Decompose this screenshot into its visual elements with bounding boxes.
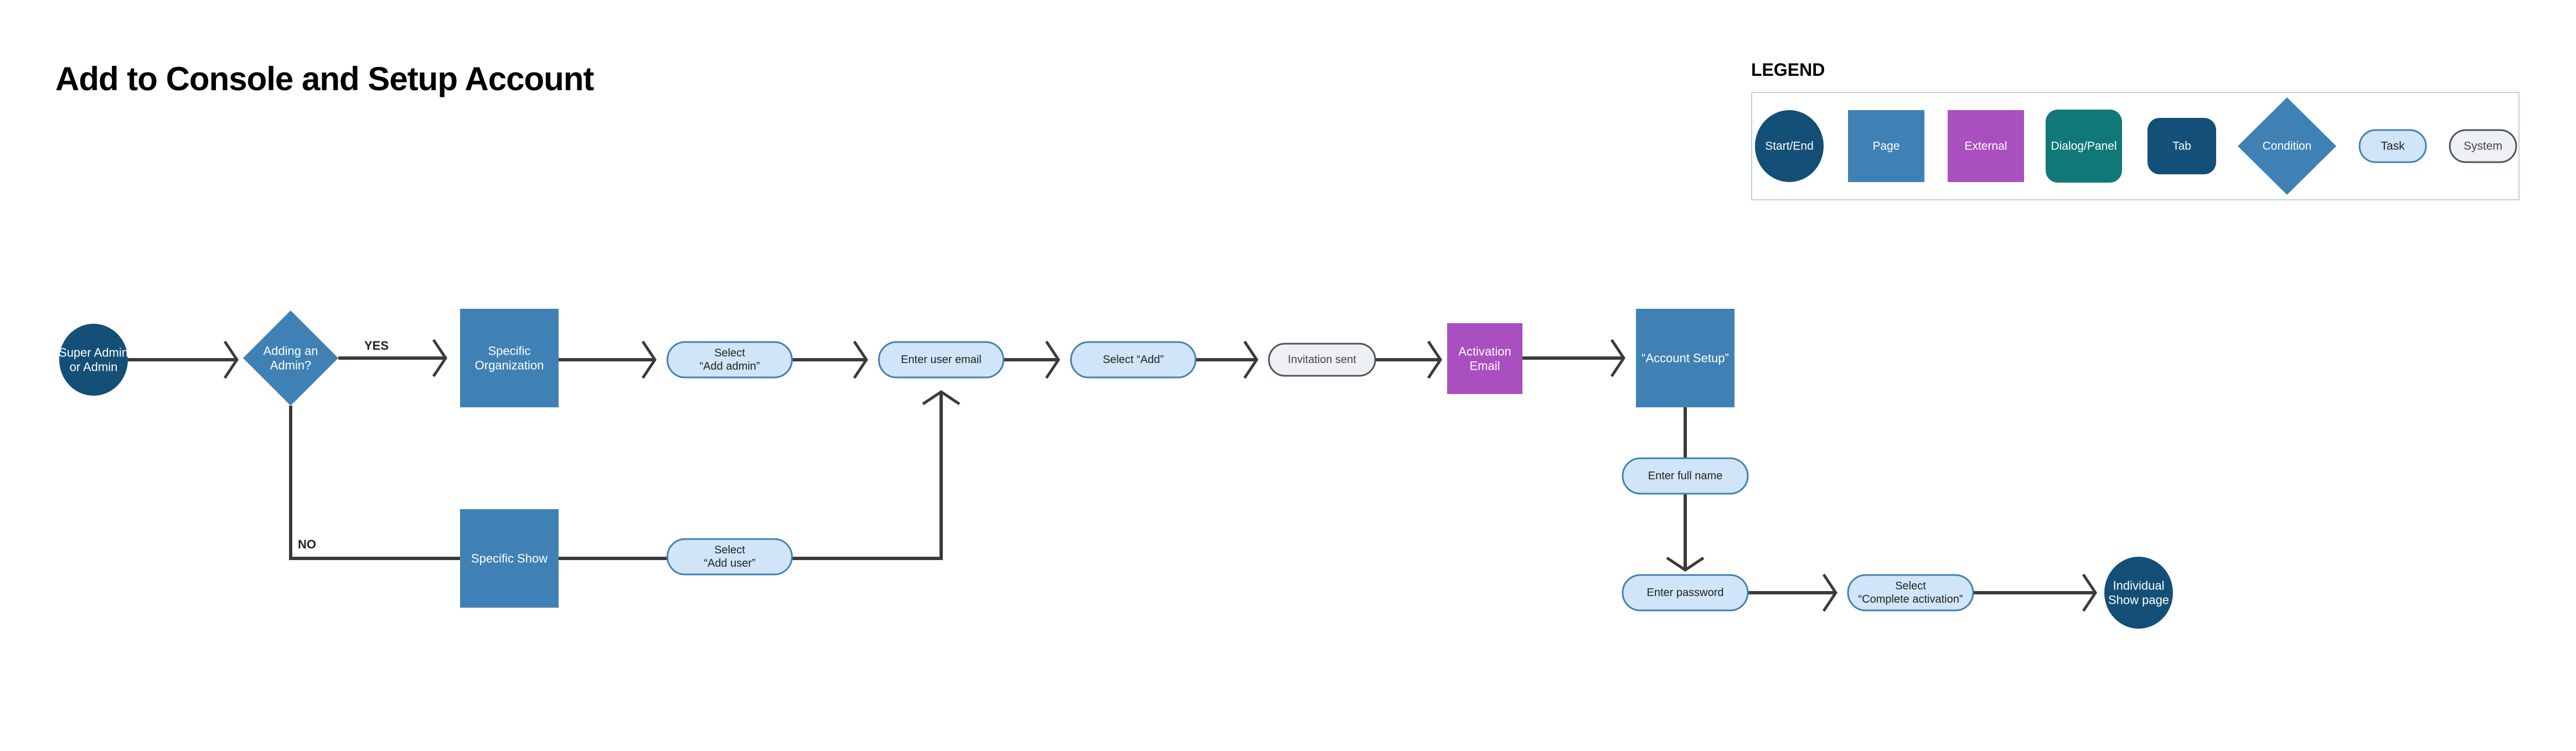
legend-item-task-label: Task [2381, 140, 2405, 153]
legend-item-external-label: External [1964, 140, 2007, 153]
legend-item-dialog-panel-label: Dialog/Panel [2051, 140, 2116, 153]
node-condition-label: Adding an [263, 344, 318, 358]
legend-item-system-label: System [2464, 140, 2502, 153]
node-complete-label: Select [1895, 580, 1926, 592]
node-invite-label: Invitation sent [1288, 354, 1356, 366]
node-activation-label: Activation [1458, 344, 1511, 358]
node-full-name: Enter full name [1622, 457, 1749, 495]
legend-item-page: Page [1848, 110, 1924, 182]
node-add-user-label: “Add user” [704, 557, 755, 569]
node-password: Enter password [1622, 574, 1749, 612]
node-add-admin-label: Select [714, 347, 745, 359]
node-start: Super Adminor Admin [59, 324, 128, 396]
legend-item-task: Task [2358, 129, 2427, 163]
node-account-setup: “Account Setup” [1636, 309, 1734, 407]
legend-item-dialog-panel: Dialog/Panel [2046, 110, 2122, 183]
edge-label-yes: YES [364, 339, 389, 353]
flow-diagram: Start/End Page External Dialog/Panel Tab Cond… [59, 97, 2517, 629]
node-add-user-label: Select [714, 544, 745, 556]
node-org: SpecificOrganization [460, 309, 559, 407]
node-activation: ActivationEmail [1447, 323, 1522, 394]
node-add-admin: Select“Add admin” [667, 341, 793, 379]
node-add-user: Select“Add user” [667, 538, 793, 576]
legend-item-start-end: Start/End [1755, 110, 1824, 182]
node-end: IndividualShow page [2104, 557, 2173, 629]
edge-label-no: NO [298, 537, 316, 551]
node-email-label: Enter user email [901, 354, 982, 366]
legend-item-page-label: Page [1872, 140, 1899, 153]
node-email: Enter user email [878, 341, 1004, 379]
node-condition-label: Admin? [270, 359, 312, 372]
legend-item-tab-label: Tab [2172, 140, 2191, 153]
node-account-setup-label: “Account Setup” [1641, 351, 1729, 365]
node-org-label: Organization [475, 359, 544, 372]
connector [792, 392, 943, 560]
node-end-label: Individual [2113, 578, 2165, 592]
legend-item-start-end-label: Start/End [1765, 140, 1814, 153]
legend-item-condition: Condition [2238, 97, 2336, 195]
node-start-label: Super Admin [59, 345, 128, 359]
legend-item-condition-label: Condition [2263, 140, 2312, 153]
node-show: Specific Show [460, 509, 559, 608]
node-full-name-label: Enter full name [1648, 470, 1723, 482]
node-start-label: or Admin [70, 360, 118, 374]
node-complete: Select“Complete activation” [1847, 574, 1974, 612]
node-complete-label: “Complete activation” [1859, 593, 1963, 605]
node-password-label: Enter password [1647, 587, 1724, 599]
node-end-label: Show page [2108, 593, 2169, 607]
node-show-label: Specific Show [471, 552, 548, 566]
node-invite: Invitation sent [1268, 343, 1376, 377]
node-add-label: Select “Add” [1103, 354, 1164, 366]
node-org-label: Specific [488, 344, 530, 358]
connector [289, 406, 460, 560]
legend-item-tab: Tab [2147, 118, 2216, 174]
legend-item-external: External [1948, 110, 2024, 182]
node-add-admin-label: “Add admin” [700, 360, 760, 372]
node-condition: Adding anAdmin? [243, 310, 338, 406]
node-activation-label: Email [1469, 359, 1500, 373]
legend-item-system: System [2449, 129, 2517, 163]
node-add: Select “Add” [1070, 341, 1196, 379]
